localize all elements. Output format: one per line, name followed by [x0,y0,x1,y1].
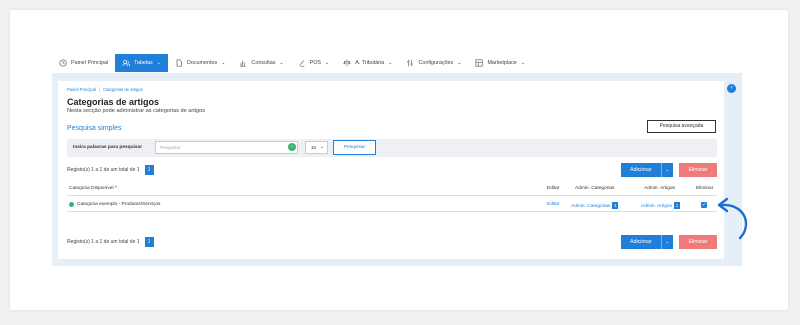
admin-articles-cell[interactable]: Admin. Artigos 1 [641,202,680,209]
table-divider [67,211,717,212]
search-go-icon[interactable]: › [288,143,296,151]
column-header-category[interactable]: Categoria Disponível ^ [69,186,117,191]
add-button-label: Adicionar [630,167,652,173]
admin-articles-link[interactable]: Admin. Artigos [641,204,672,209]
breadcrumb: Painel Principal | Categorias de artigos [67,87,143,92]
page-title: Categorias de artigos [67,97,160,107]
nav-item-label: Marketplace [487,60,517,66]
chevron-down-icon: ⌄ [319,144,324,150]
admin-categories-count: 1 [612,202,619,209]
breadcrumb-current[interactable]: Categorias de artigos [103,87,143,92]
chevron-down-icon[interactable]: ⌄ [661,235,673,249]
chart-icon [240,60,247,67]
chevron-down-icon: ⌄ [388,60,393,66]
chevron-down-icon: ⌄ [221,60,226,66]
nav-item-documentos[interactable]: Documentos ⌄ [168,54,232,72]
nav-item-marketplace[interactable]: Marketplace ⌄ [468,54,532,72]
nav-item-label: POS [309,60,321,66]
nav-item-tabelas[interactable]: Tabelas ⌄ [115,54,168,72]
simple-search-title: Pesquisa simples [67,125,122,132]
clock-icon [59,59,67,67]
users-icon [122,59,131,67]
category-name: Categoria exemplo - Produtos/Serviços [77,202,161,207]
pos-icon [298,60,305,67]
admin-categories-link[interactable]: Admin. Categorias [571,204,610,209]
delete-button-bottom[interactable]: Eliminar [679,235,717,249]
nav-item-label: Tabelas [134,60,153,66]
search-input[interactable]: Pesquisar [155,141,298,154]
search-button[interactable]: Pesquisar [333,140,376,155]
marketplace-icon [475,59,483,67]
per-page-select[interactable]: 10 ⌄ [305,141,328,154]
active-status-icon [69,202,74,207]
delete-button-top[interactable]: Eliminar [679,163,717,177]
admin-articles-count: 1 [673,202,680,209]
page-number-button[interactable]: 1 [144,237,154,247]
breadcrumb-home[interactable]: Painel Principal [67,87,96,92]
nav-item-label: Painel Principal [71,60,109,66]
chevron-down-icon[interactable]: ⌄ [661,163,673,177]
chevron-down-icon: ⌄ [156,60,161,66]
breadcrumb-separator: | [98,87,100,92]
chevron-down-icon: ⌄ [520,60,526,66]
search-label: Insira palavras para pesquisar [73,145,143,150]
per-page-value: 10 [311,145,317,150]
chevron-down-icon: ⌄ [279,60,284,66]
records-text: Registo(s) 1 a 1 de um total de 1 [67,239,140,245]
document-icon [176,59,182,67]
chevron-down-icon: ⌄ [325,60,330,66]
chevron-down-icon: ⌄ [457,60,462,66]
table-row: Categoria exemplo - Produtos/Serviços [69,202,160,207]
add-button-top[interactable]: Adicionar ⌄ [621,163,673,177]
column-header-admin-categories: Admin. Categorias [575,186,615,191]
page-subtitle: Nesta secção pode administrar as categor… [67,108,206,114]
nav-item-painel-principal[interactable]: Painel Principal [52,54,115,72]
table-divider [67,195,717,196]
nav-item-label: Configurações [418,60,454,66]
nav-item-label: Consultas [251,60,276,66]
nav-item-configuracoes[interactable]: Configurações ⌄ [399,54,468,72]
column-header-edit: Editar [547,186,560,191]
nav-item-label: A. Tributária [355,60,385,66]
column-header-delete: Eliminar [696,186,714,191]
settings-icon [407,59,414,67]
admin-categories-cell[interactable]: Admin. Categorias 1 [571,202,619,209]
nav-item-tributaria[interactable]: A. Tributária ⌄ [336,54,399,72]
edit-link[interactable]: Editar [547,202,560,207]
nav-item-label: Documentos [186,60,218,66]
page-number-button[interactable]: 1 [144,165,154,175]
column-header-admin-articles: Admin. Artigos [644,186,675,191]
nav-item-pos[interactable]: POS ⌄ [291,54,337,72]
add-button-bottom[interactable]: Adicionar ⌄ [621,235,673,249]
top-navigation: Painel Principal Tabelas ⌄ Documentos ⌄ … [52,54,745,72]
add-button-label: Adicionar [630,239,652,245]
nav-item-consultas[interactable]: Consultas ⌄ [232,54,290,72]
records-summary-bottom: Registo(s) 1 a 1 de um total de 1 1 [67,237,154,247]
records-summary-top: Registo(s) 1 a 1 de um total de 1 1 [67,165,154,175]
tax-icon [343,59,351,67]
sidebar-toggle-icon[interactable]: ‹ [727,84,736,93]
advanced-search-button[interactable]: Pesquisa avançada [647,120,716,133]
records-text: Registo(s) 1 a 1 de um total de 1 [67,167,140,173]
